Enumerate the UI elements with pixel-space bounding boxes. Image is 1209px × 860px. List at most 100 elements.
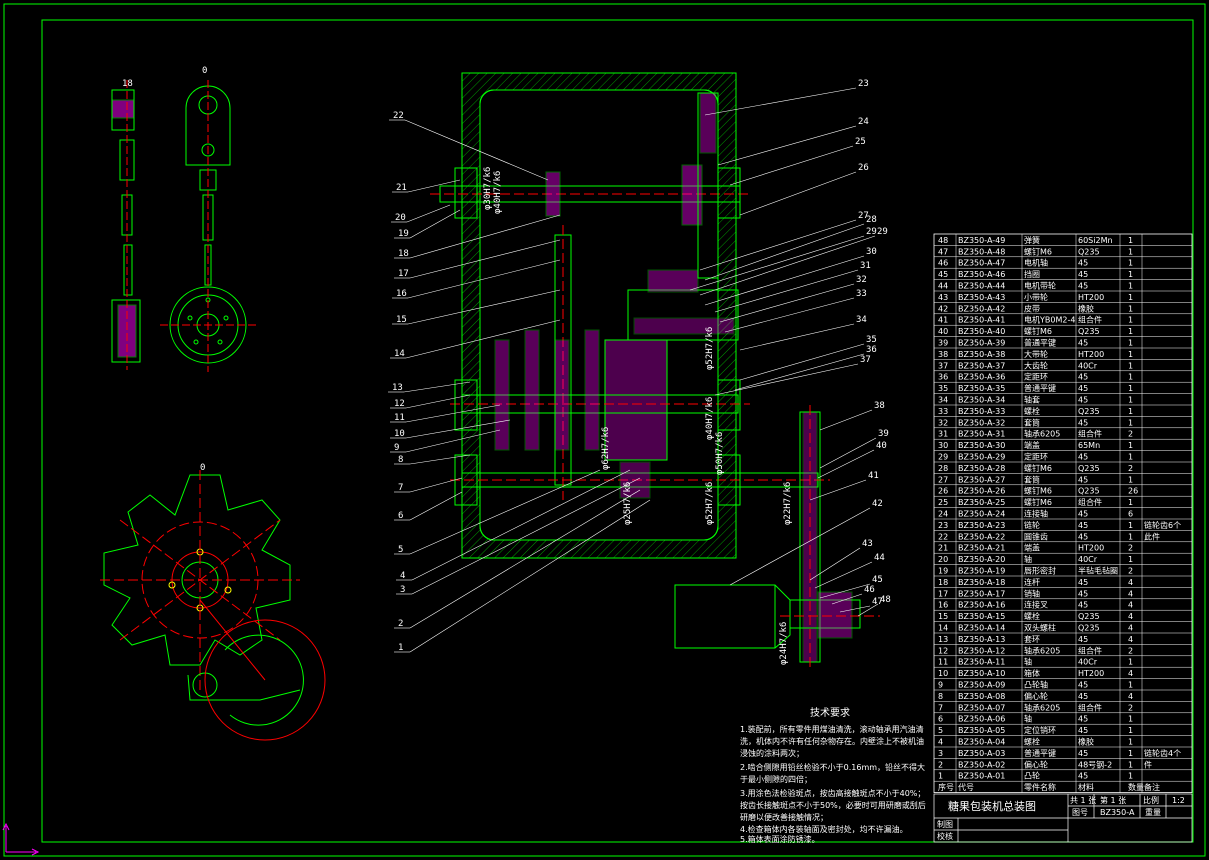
dim-label: φ40H7/k6 xyxy=(705,397,715,440)
bom-cell: 半毡毛毡圈 xyxy=(1078,566,1118,576)
bom-cell: BZ350-A-21 xyxy=(958,544,1005,553)
callout-number: 10 xyxy=(394,429,405,439)
bom-cell: 偏心轮 xyxy=(1024,691,1048,701)
bom-cell: BZ350-A-06 xyxy=(958,715,1005,724)
bom-cell: 端盖 xyxy=(1024,543,1040,553)
bom-cell: 45 xyxy=(1078,270,1088,279)
bom-cell: 轴承6205 xyxy=(1024,429,1060,439)
bom-cell: 2 xyxy=(938,760,943,769)
leader-line xyxy=(739,323,855,351)
bom-cell: 1 xyxy=(1128,339,1133,348)
bom-cell: BZ350-A-03 xyxy=(958,749,1005,758)
bom-cell: 14 xyxy=(938,624,948,633)
bom-cell: BZ350-A-42 xyxy=(958,304,1005,313)
callout-number: 11 xyxy=(394,413,405,423)
bom-cell: 2 xyxy=(1128,703,1133,712)
callout-number: 12 xyxy=(394,399,405,409)
drawing-title: 糖果包装机总装图 xyxy=(948,799,1036,813)
leader-line xyxy=(739,343,865,381)
bom-cell: BZ350-A-14 xyxy=(958,624,1005,633)
bom-cell: 13 xyxy=(938,635,948,644)
callout-number: 22 xyxy=(393,111,404,121)
bom-cell: 45 xyxy=(1078,578,1088,587)
callout-number: 20 xyxy=(395,213,406,223)
bom-cell: BZ350-A-11 xyxy=(958,658,1005,667)
leader-line xyxy=(857,603,879,617)
bom-cell: 螺钉M6 xyxy=(1024,497,1052,507)
bom-cell: 36 xyxy=(938,373,948,382)
bom-cell: BZ350-A-35 xyxy=(958,384,1005,393)
bom-cell: 45 xyxy=(1078,418,1088,427)
callout-number: 19 xyxy=(398,229,409,239)
bom-cell: 轴套 xyxy=(1024,395,1040,405)
leader-line xyxy=(717,125,857,166)
leader-line xyxy=(734,353,865,391)
bom-cell: 箱体 xyxy=(1024,668,1040,678)
callout-number: 29 xyxy=(877,227,888,237)
callout-number: 15 xyxy=(396,315,407,325)
bom-cell: 22 xyxy=(938,532,948,541)
dim-label: φ52H7/k6 xyxy=(705,327,715,370)
bom-cell: BZ350-A-43 xyxy=(958,293,1005,302)
tech-req-line: 1.装配前，所有零件用煤油清洗，滚动轴承用汽油清 xyxy=(740,724,924,734)
bom-cell: 45 xyxy=(1078,339,1088,348)
bom-cell: 45 xyxy=(1078,282,1088,291)
bom-cell: 3 xyxy=(938,749,943,758)
bom-cell: 1 xyxy=(1128,772,1133,781)
bom-cell: 2 xyxy=(1128,464,1133,473)
dim-label: φ62H7/k6 xyxy=(601,427,611,470)
bom-cell: 4 xyxy=(1128,692,1133,701)
bom-cell: BZ350-A-34 xyxy=(958,396,1005,405)
bom-cell: 45 xyxy=(1078,749,1088,758)
bom-cell: BZ350-A-15 xyxy=(958,612,1005,621)
bom-cell: 45 xyxy=(1078,475,1088,484)
tech-req-line: 研磨以便改善接触情况； xyxy=(740,812,828,822)
bom-header-cell: 序号 xyxy=(938,782,954,792)
bom-cell: 45 xyxy=(1078,772,1088,781)
callout-number: 34 xyxy=(856,315,867,325)
bom-cell: BZ350-A-12 xyxy=(958,646,1005,655)
bom-cell: 1 xyxy=(1128,532,1133,541)
bom-table: 48 BZ350-A-49 弹簧 60Si2Mn 147 BZ350-A-48 螺钉M6 Q2… xyxy=(933,233,1193,793)
scale-value: 1:2 xyxy=(1172,796,1185,805)
bom-cell: 5 xyxy=(938,726,943,735)
callout-number: 30 xyxy=(866,247,877,257)
bom-cell: 4 xyxy=(938,738,943,747)
tech-req-line: 3.用涂色法检验斑点，按齿高接触斑点不小于40%； xyxy=(740,788,925,798)
bom-cell: 1 xyxy=(1128,738,1133,747)
bom-cell: 轴承6205 xyxy=(1024,645,1060,655)
bom-cell: BZ350-A-07 xyxy=(958,703,1005,712)
checked-label: 校核 xyxy=(937,831,953,841)
connecting-rod-side-view xyxy=(111,80,141,370)
callout-number: 42 xyxy=(872,499,883,509)
bom-cell: BZ350-A-48 xyxy=(958,247,1005,256)
bom-cell: 普通平键 xyxy=(1024,748,1056,758)
bom-cell: 45 xyxy=(1078,521,1088,530)
bom-cell: Q235 xyxy=(1078,464,1100,473)
bom-cell: 2 xyxy=(1128,430,1133,439)
bom-cell: 45 xyxy=(1078,373,1088,382)
bom-cell: 60Si2Mn xyxy=(1078,236,1113,245)
bom-cell: 1 xyxy=(1128,396,1133,405)
bom-cell: BZ350-A-46 xyxy=(958,270,1005,279)
bom-cell: 40Cr xyxy=(1078,555,1098,564)
bom-cell: 电机YB0M2-4 xyxy=(1024,315,1075,325)
bom-cell: BZ350-A-09 xyxy=(958,681,1005,690)
bom-cell: 4 xyxy=(1128,635,1133,644)
bom-cell: 1 xyxy=(1128,715,1133,724)
bom-cell: 4 xyxy=(1128,601,1133,610)
bom-cell: 19 xyxy=(938,567,948,576)
bom-cell: 组合件 xyxy=(1078,497,1102,507)
bom-cell: 48 xyxy=(938,236,948,245)
bom-cell: 45 xyxy=(1078,589,1088,598)
bom-cell: 端盖 xyxy=(1024,440,1040,450)
bom-cell: 10 xyxy=(938,669,948,678)
bom-cell: 1 xyxy=(1128,270,1133,279)
bom-cell: BZ350-A-47 xyxy=(958,259,1005,268)
callout-number: 2 xyxy=(398,619,403,629)
bom-cell: 30 xyxy=(938,441,948,450)
tech-req-line: 4.检查箱体内各装轴面及密封处，均不许漏油。 xyxy=(740,824,908,834)
callout-number: 17 xyxy=(398,269,409,279)
bom-cell: 28 xyxy=(938,464,948,473)
callout-number: 43 xyxy=(862,539,873,549)
